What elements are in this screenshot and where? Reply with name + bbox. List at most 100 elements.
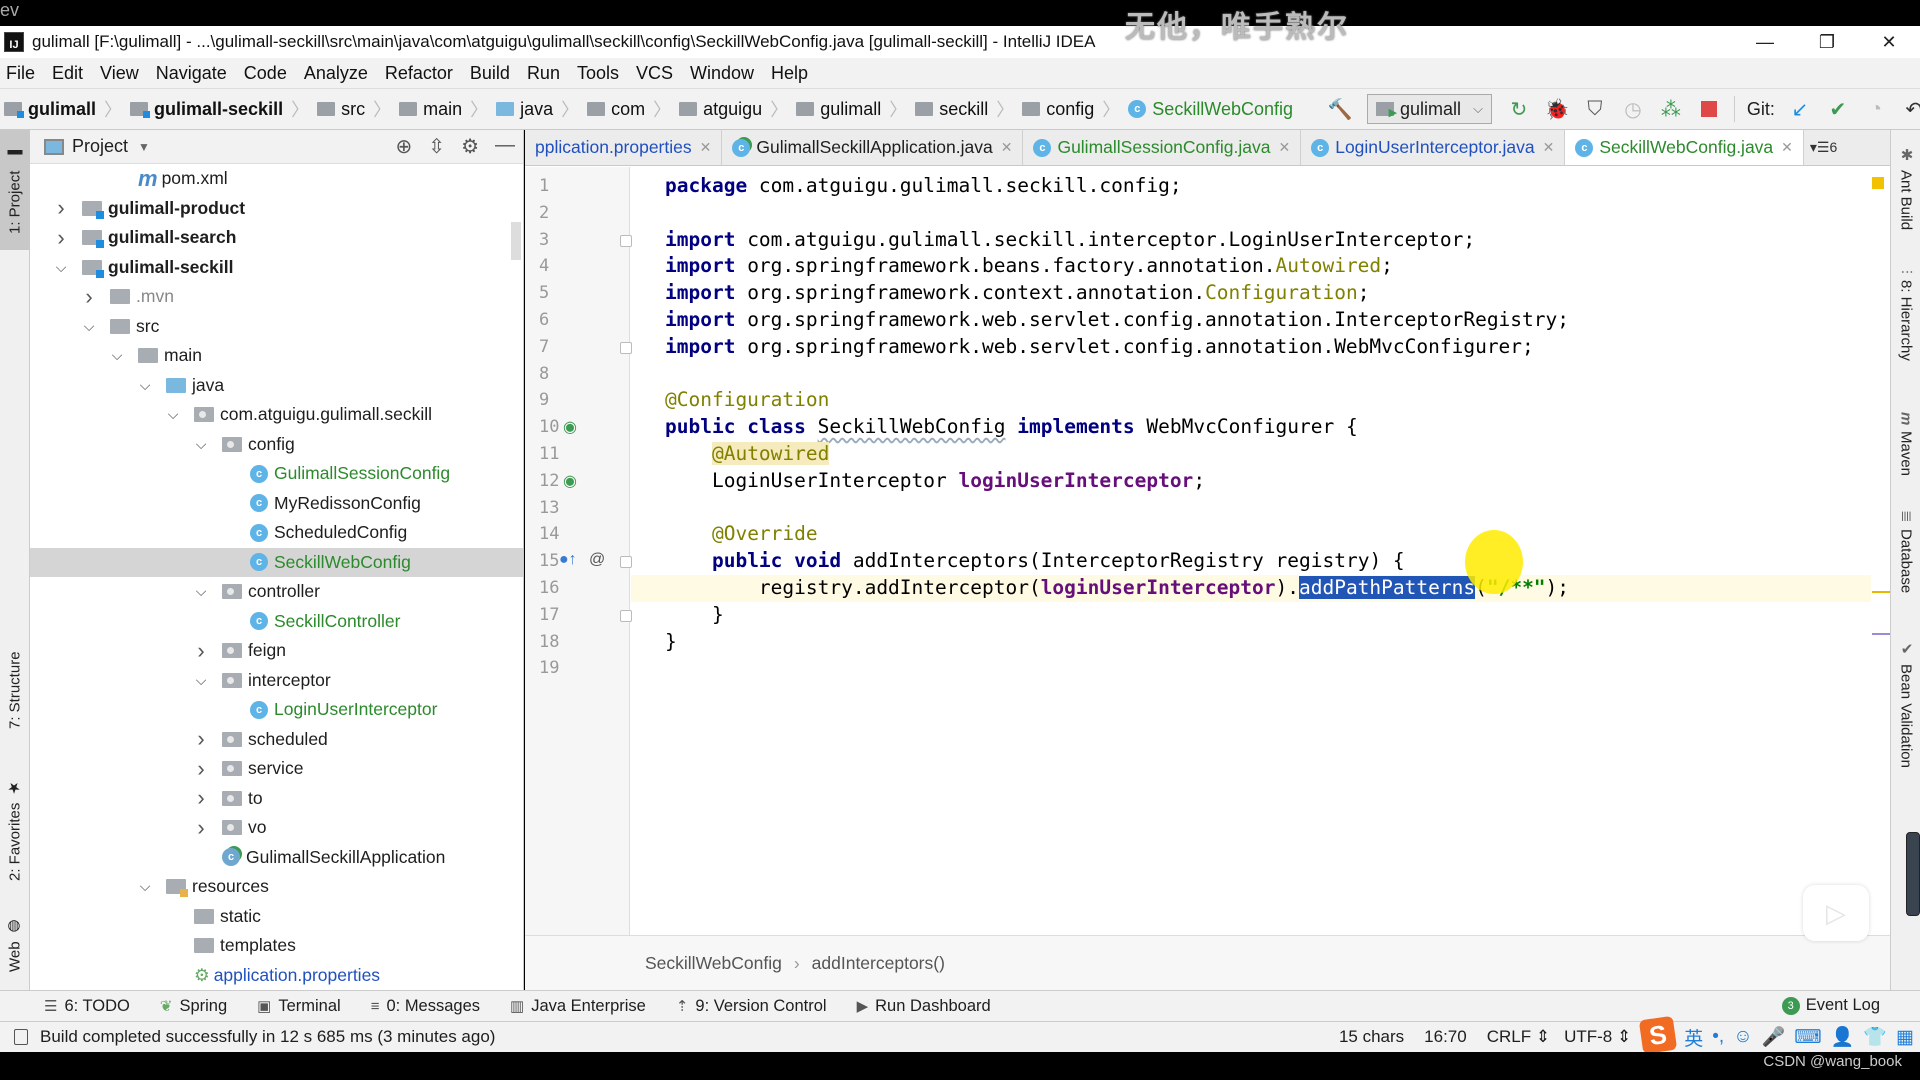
code-line[interactable]: registry.addInterceptor(loginUserInterce… [631, 575, 1871, 602]
menu-tools[interactable]: Tools [577, 63, 619, 84]
chevron-down-icon[interactable]: ⌵ [192, 672, 210, 689]
code-line[interactable]: import org.springframework.beans.factory… [631, 253, 1871, 280]
menu-file[interactable]: File [6, 63, 35, 84]
stop-icon[interactable] [1697, 101, 1721, 117]
tree-item[interactable]: c MyRedissonConfig [30, 489, 523, 519]
video-play-icon[interactable]: ▷ [1803, 885, 1869, 941]
ime-keyboard-icon[interactable]: ⌨ [1794, 1026, 1821, 1049]
ime-language[interactable]: 英 [1684, 1024, 1703, 1051]
tree-item[interactable]: › vo [30, 813, 523, 843]
ime-punctuation-icon[interactable]: •, [1712, 1026, 1724, 1048]
tool-tab-structure[interactable]: 7: Structure [0, 630, 30, 750]
attach-debugger-icon[interactable]: ⁂ [1659, 97, 1683, 122]
editor-tab[interactable]: c LoginUserInterceptor.java ✕ [1301, 130, 1566, 165]
tree-item[interactable]: ⌵ gulimall-seckill [30, 253, 523, 283]
collapse-all-icon[interactable]: ⇳ [428, 134, 445, 159]
ime-voice-icon[interactable]: 🎤 [1762, 1025, 1786, 1049]
chevron-right-icon[interactable]: › [192, 638, 210, 664]
code-line[interactable]: package com.atguigu.gulimall.seckill.con… [631, 173, 1871, 200]
tree-item[interactable]: › gulimall-product [30, 194, 523, 224]
code-line[interactable]: import org.springframework.web.servlet.c… [631, 334, 1871, 361]
menu-analyze[interactable]: Analyze [304, 63, 368, 84]
tool-tab-maven[interactable]: m Maven [1891, 412, 1920, 476]
tree-item[interactable]: › service [30, 754, 523, 784]
code-line[interactable]: LoginUserInterceptor loginUserIntercepto… [631, 468, 1871, 495]
chevron-down-icon[interactable]: ⌵ [136, 878, 154, 895]
chevron-down-icon[interactable]: ▼ [138, 140, 150, 154]
breadcrumb-item[interactable]: c SeckillWebConfig [1128, 99, 1293, 120]
chevron-down-icon[interactable]: ⌵ [108, 347, 126, 364]
minimize-button[interactable]: — [1734, 26, 1796, 58]
gear-icon[interactable]: ⚙ [461, 134, 479, 159]
tree-item[interactable]: templates [30, 931, 523, 961]
tool-tab-database[interactable]: ≣ Database [1891, 510, 1920, 593]
menu-view[interactable]: View [100, 63, 139, 84]
tree-item[interactable]: › to [30, 784, 523, 814]
breadcrumb-method[interactable]: addInterceptors() [812, 953, 945, 974]
profile-icon[interactable]: ◷ [1621, 97, 1645, 122]
menu-run[interactable]: Run [527, 63, 560, 84]
editor-tab[interactable]: c GulimallSessionConfig.java ✕ [1023, 130, 1302, 165]
code-line[interactable]: @Configuration [631, 387, 1871, 414]
chevron-down-icon[interactable]: ⌵ [192, 583, 210, 600]
run-config-selector[interactable]: ▶ gulimall ⌵ [1367, 94, 1492, 124]
tree-item[interactable]: › gulimall-search [30, 223, 523, 253]
menu-code[interactable]: Code [244, 63, 287, 84]
menu-navigate[interactable]: Navigate [156, 63, 227, 84]
tree-item[interactable]: ⌵ main [30, 341, 523, 371]
tree-item[interactable]: ⌵ java [30, 371, 523, 401]
tree-item[interactable]: › feign [30, 636, 523, 666]
tree-item[interactable]: static [30, 902, 523, 932]
editor-tab[interactable]: c GulimallSeckillApplication.java ✕ [722, 130, 1024, 165]
breadcrumb-item[interactable]: src [317, 99, 365, 120]
code-line[interactable] [631, 655, 1871, 682]
code-line[interactable]: @Override [631, 521, 1871, 548]
code-line[interactable] [631, 495, 1871, 522]
breadcrumb-class[interactable]: SeckillWebConfig [645, 953, 782, 974]
git-update-icon[interactable]: ↙ [1788, 97, 1812, 122]
tool-java-enterprise[interactable]: ▥ Java Enterprise [510, 997, 646, 1016]
tree-item[interactable]: c LoginUserInterceptor [30, 695, 523, 725]
tree-item[interactable]: ⌵ controller [30, 577, 523, 607]
restore-button[interactable]: ❐ [1796, 26, 1858, 58]
tool-version-control[interactable]: ⇡ 9: Version Control [676, 997, 827, 1016]
caret-mark[interactable] [1872, 633, 1890, 635]
annotation-icon[interactable]: @ [589, 551, 605, 569]
warning-indicator[interactable] [1872, 177, 1884, 189]
tool-spring[interactable]: ❦ Spring [160, 997, 227, 1016]
tree-item[interactable]: c GulimallSessionConfig [30, 459, 523, 489]
tree-item[interactable]: c SeckillController [30, 607, 523, 637]
tree-item[interactable]: ⌵ config [30, 430, 523, 460]
menu-build[interactable]: Build [470, 63, 510, 84]
tool-tab-ant-build[interactable]: ✱ Ant Build [1891, 146, 1920, 230]
status-message[interactable]: Build completed successfully in 12 s 685… [40, 1027, 495, 1047]
tree-item[interactable]: ⌵ src [30, 312, 523, 342]
run-with-coverage-icon[interactable]: ⛉ [1583, 98, 1607, 121]
tool-tab-hierarchy[interactable]: ⫶ 8: Hierarchy [1891, 270, 1920, 361]
editor-tab[interactable]: pplication.properties ✕ [525, 130, 723, 165]
tree-item[interactable]: c ScheduledConfig [30, 518, 523, 548]
menu-help[interactable]: Help [771, 63, 808, 84]
chevron-down-icon[interactable]: ⌵ [136, 377, 154, 394]
tool-run-dashboard[interactable]: ▶ Run Dashboard [857, 997, 991, 1016]
more-tabs-button[interactable]: ▾☰6 [1804, 130, 1843, 165]
breadcrumb-item[interactable]: main [399, 99, 462, 120]
breadcrumb-item[interactable]: gulimall [796, 99, 881, 120]
chevron-down-icon[interactable]: ⌵ [164, 406, 182, 423]
close-tab-icon[interactable]: ✕ [700, 139, 712, 156]
menu-vcs[interactable]: VCS [636, 63, 673, 84]
menu-refactor[interactable]: Refactor [385, 63, 453, 84]
menu-edit[interactable]: Edit [52, 63, 83, 84]
chevron-right-icon[interactable]: › [80, 284, 98, 310]
locate-icon[interactable]: ⊕ [396, 134, 413, 159]
tool-terminal[interactable]: ▣ Terminal [257, 997, 341, 1016]
event-log-button[interactable]: 3 Event Log [1781, 996, 1880, 1015]
tree-item[interactable]: m pom.xml [30, 164, 523, 194]
code-editor[interactable]: package com.atguigu.gulimall.seckill.con… [631, 167, 1871, 935]
code-line[interactable]: @Autowired [631, 441, 1871, 468]
sogou-logo-icon[interactable]: S [1639, 1015, 1678, 1055]
build-hammer-icon[interactable]: 🔨 [1328, 97, 1353, 122]
code-line[interactable] [631, 200, 1871, 227]
tree-item[interactable]: c SeckillWebConfig [30, 547, 523, 577]
breadcrumb-item[interactable]: java [496, 99, 553, 120]
